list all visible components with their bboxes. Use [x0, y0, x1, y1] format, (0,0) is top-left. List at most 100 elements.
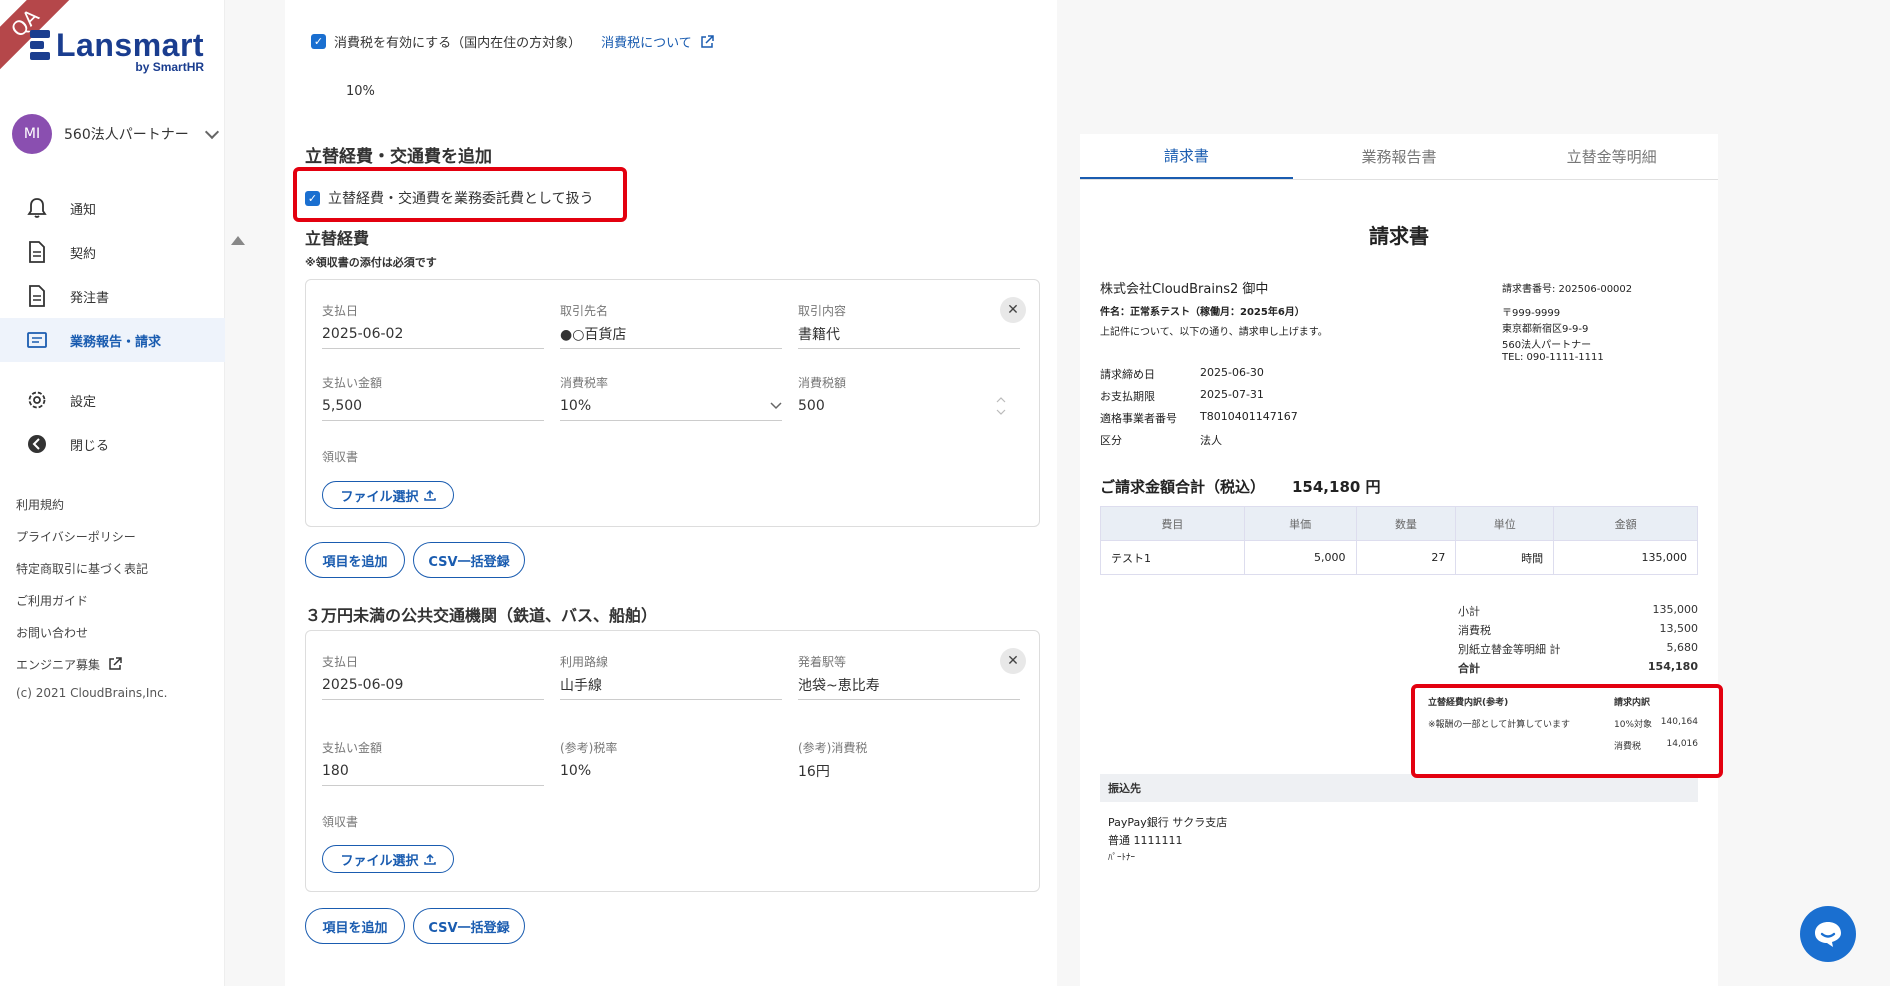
expense-title: 立替経費 [305, 229, 370, 248]
link-terms[interactable]: 利用規約 [16, 488, 148, 520]
table-header: 単位 [1455, 506, 1555, 541]
meta-value: T8010401147167 [1200, 410, 1298, 423]
sidebar-item-orders[interactable]: 発注書 [0, 274, 225, 318]
sidebar-item-label: 業務報告・請求 [70, 334, 162, 350]
amount-input[interactable]: 5,500 [322, 398, 362, 414]
sidebar-item-label: 通知 [70, 202, 97, 218]
vendor-input[interactable]: ●○百貨店 [560, 324, 626, 344]
org-name: 560法人パートナー [64, 127, 189, 143]
add-expense-item-button[interactable]: 項目を追加 [305, 542, 405, 578]
tax-checkbox[interactable]: ✓ [311, 34, 326, 49]
link-engineer[interactable]: エンジニア募集 [16, 648, 148, 680]
invoice-title: 請求書 [1369, 224, 1429, 248]
meta-key: 区分 [1100, 434, 1122, 447]
ref-rate-value: 10% [560, 763, 592, 779]
meta-value: 2025-06-30 [1200, 366, 1264, 379]
file-select-button[interactable]: ファイル選択 [322, 481, 454, 509]
invoice-form: ✓ 消費税を有効にする（国内在住の方対象） 消費税について 10% 立替経費・交… [285, 0, 1057, 986]
issuer-postal: 〒999-9999 [1502, 308, 1561, 319]
link-commerce[interactable]: 特定商取引に基づく表記 [16, 552, 148, 584]
stepper-icon[interactable] [996, 395, 1006, 417]
date-input[interactable]: 2025-06-02 [322, 326, 403, 342]
footer-links: 利用規約 プライバシーポリシー 特定商取引に基づく表記 ご利用ガイド お問い合わ… [16, 488, 148, 680]
sidebar-nav: 通知 契約 発注書 業務報告・請求 設定 閉じる [0, 186, 225, 466]
transport-card: ✕ 支払日 2025-06-09 利用路線 山手線 発着駅等 池袋~恵比寿 支払… [305, 630, 1040, 892]
receipt-label: 領収書 [322, 450, 359, 464]
date-label: 支払日 [322, 304, 359, 318]
bank-header: 振込先 [1100, 774, 1698, 802]
sidebar-item-label: 契約 [70, 246, 97, 262]
tab-report[interactable]: 業務報告書 [1293, 134, 1506, 179]
chat-support-button[interactable] [1800, 906, 1856, 962]
content-label: 取引内容 [798, 304, 847, 318]
table-header: 数量 [1355, 506, 1457, 541]
tab-expense-detail[interactable]: 立替金等明細 [1505, 134, 1718, 179]
bank-line: ﾊﾟｰﾄﾅｰ [1108, 853, 1136, 863]
invoice-number: 請求書番号: 202506-00002 [1502, 284, 1633, 295]
meta-key: お支払期限 [1100, 390, 1155, 403]
logo-sub: by SmartHR [135, 60, 205, 74]
sidebar-item-contracts[interactable]: 契約 [0, 230, 225, 274]
sidebar: QA Lansmart by SmartHR MI 560法人パートナー 通知 … [0, 0, 225, 986]
sidebar-item-close[interactable]: 閉じる [0, 422, 225, 466]
sidebar-item-label: 発注書 [70, 290, 110, 306]
tab-invoice[interactable]: 請求書 [1080, 134, 1293, 179]
file-select-button[interactable]: ファイル選択 [322, 845, 454, 873]
sidebar-item-label: 閉じる [70, 438, 110, 454]
issuer-name: 560法人パートナー [1502, 340, 1592, 351]
upload-icon [423, 489, 436, 501]
chat-bubble-icon [1815, 922, 1841, 947]
link-contact[interactable]: お問い合わせ [16, 616, 148, 648]
transport-title: ３万円未満の公共交通機関（鉄道、バス、船舶） [305, 606, 658, 625]
table-row: テスト1 5,000 27 時間 135,000 [1100, 540, 1698, 575]
scroll-up-arrow-icon[interactable] [231, 236, 245, 245]
link-guide[interactable]: ご利用ガイド [16, 584, 148, 616]
logo-mark-icon [30, 30, 50, 60]
station-input[interactable]: 池袋~恵比寿 [798, 675, 880, 695]
invoice-preview: 請求書 業務報告書 立替金等明細 請求書 株式会社CloudBrains2 御中… [1080, 134, 1723, 986]
chevron-down-icon [770, 401, 782, 409]
client-name: 株式会社CloudBrains2 御中 [1100, 282, 1269, 297]
table-header: 単価 [1243, 506, 1357, 541]
total-label: ご請求金額合計（税込） [1100, 478, 1266, 496]
issuer-address: 東京都新宿区9-9-9 [1502, 324, 1589, 335]
document-icon [26, 285, 48, 307]
issuer-tel: TEL: 090-1111-1111 [1502, 352, 1604, 363]
expense-note: ※領収書の添付は必須です [305, 256, 437, 269]
add-transport-item-button[interactable]: 項目を追加 [305, 908, 405, 944]
csv-import-button[interactable]: CSV一括登録 [413, 542, 525, 578]
expense-section-title: 立替経費・交通費を追加 [305, 147, 492, 167]
csv-import-button[interactable]: CSV一括登録 [413, 908, 525, 944]
vendor-label: 取引先名 [560, 304, 609, 318]
sidebar-item-notifications[interactable]: 通知 [0, 186, 225, 230]
summary: 小計 135,000 消費税 13,500 別紙立替金等明細 計 5,680 合計 15… [1458, 603, 1698, 675]
logo[interactable]: Lansmart by SmartHR [30, 28, 204, 74]
meta-value: 2025-07-31 [1200, 388, 1264, 401]
link-privacy[interactable]: プライバシーポリシー [16, 520, 148, 552]
ref-tax-label: (参考)消費税 [798, 741, 868, 755]
route-input[interactable]: 山手線 [560, 675, 602, 695]
document-icon [26, 241, 48, 263]
rate-label: 消費税率 [560, 376, 609, 390]
meta-value: 法人 [1200, 434, 1222, 447]
content-input[interactable]: 書籍代 [798, 324, 840, 344]
tax-amount-input[interactable]: 500 [798, 391, 1020, 421]
folder-icon [26, 329, 48, 351]
total-value: 154,180 円 [1292, 478, 1381, 496]
table-header: 金額 [1553, 506, 1698, 541]
sidebar-item-settings[interactable]: 設定 [0, 378, 225, 422]
receipt-label: 領収書 [322, 815, 359, 829]
amount-input[interactable]: 180 [322, 763, 349, 779]
org-switcher[interactable]: MI 560法人パートナー [12, 114, 227, 154]
preview-tabs: 請求書 業務報告書 立替金等明細 [1080, 134, 1718, 180]
tax-info-link[interactable]: 消費税について [601, 32, 692, 51]
sidebar-item-reports[interactable]: 業務報告・請求 [0, 318, 225, 362]
subject: 件名：正常系テスト（稼働月：2025年6月） [1100, 307, 1305, 318]
date-label: 支払日 [322, 655, 359, 669]
rate-select[interactable]: 10% [560, 391, 782, 421]
date-input[interactable]: 2025-06-09 [322, 677, 403, 693]
items-table: 費目 単価 数量 単位 金額 テスト1 5,000 27 時間 135,000 [1100, 506, 1698, 575]
gear-icon [26, 389, 48, 411]
upload-icon [423, 853, 436, 865]
amount-label: 支払い金額 [322, 741, 383, 755]
